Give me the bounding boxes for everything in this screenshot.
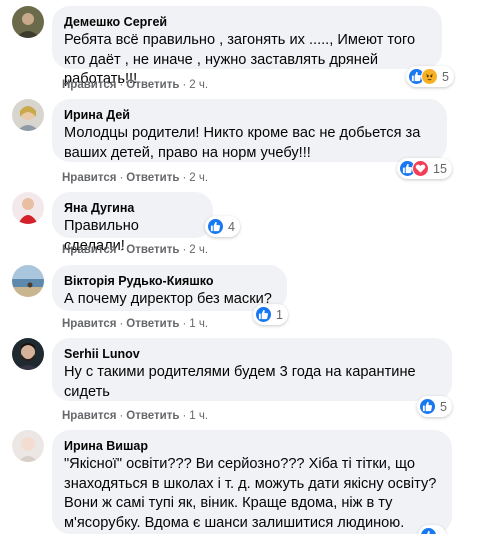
comment-author[interactable]: Ирина Дей (64, 107, 435, 123)
reaction-count: 4 (228, 219, 235, 234)
comment-time[interactable]: 2 ч. (189, 79, 208, 91)
comment-text: "Якісної" освіти??? Ви серйозно??? Хіба … (64, 456, 437, 531)
like-icon (255, 306, 272, 323)
reaction-count: 5 (440, 399, 447, 414)
comment-time[interactable]: 2 ч. (189, 244, 208, 256)
comment-bubble: Serhii Lunov Ну с такими родителями буде… (52, 338, 452, 401)
comment-bubble: Ирина Вишар "Якісної" освіти??? Ви серйо… (52, 430, 452, 534)
reply-link[interactable]: Ответить (126, 318, 179, 330)
reaction-summary[interactable] (418, 525, 446, 534)
reaction-count: 1 (276, 307, 283, 322)
reply-link[interactable]: Ответить (126, 172, 179, 184)
avatar[interactable] (12, 338, 44, 370)
love-icon (412, 160, 429, 177)
comment-actions: Нравится · Ответить · 2 ч. (62, 79, 209, 91)
comment-author[interactable]: Serhii Lunov (64, 346, 440, 362)
comment-actions: Нравится · Ответить · 1 ч. (62, 318, 209, 330)
comment-text: Ну с такими родителями будем 3 года на к… (64, 364, 416, 400)
reaction-summary[interactable]: 4 (205, 216, 240, 237)
like-link[interactable]: Нравится (62, 318, 116, 330)
avatar[interactable] (12, 99, 44, 131)
reply-link[interactable]: Ответить (126, 244, 179, 256)
comment-time[interactable]: 1 ч. (189, 410, 208, 422)
comment-bubble: Яна Дугина Правильно сделали! (52, 192, 213, 254)
comment-time[interactable]: 1 ч. (189, 318, 208, 330)
avatar[interactable] (12, 6, 44, 38)
comment-author[interactable]: Вікторія Рудько-Кияшко (64, 273, 275, 289)
like-icon (207, 218, 224, 235)
reply-link[interactable]: Ответить (126, 79, 179, 91)
like-link[interactable]: Нравится (62, 172, 116, 184)
avatar[interactable] (12, 430, 44, 462)
comment-actions: Нравится · Ответить · 2 ч. (62, 172, 209, 184)
comment-actions: Нравится · Ответить · 2 ч. (62, 244, 209, 256)
comment-text: Молодцы родители! Никто кроме вас не доб… (64, 125, 421, 161)
like-icon (420, 527, 437, 534)
comment-author[interactable]: Ирина Вишар (64, 438, 440, 454)
like-link[interactable]: Нравится (62, 79, 116, 91)
comment-bubble: Демешко Сергей Ребята всё правильно , за… (52, 6, 442, 87)
angry-icon (421, 68, 438, 85)
reaction-count: 15 (433, 161, 447, 176)
like-link[interactable]: Нравится (62, 244, 116, 256)
reaction-summary[interactable]: 15 (397, 158, 452, 179)
comment-bubble: Вікторія Рудько-Кияшко А почему директор… (52, 265, 287, 311)
comment-bubble: Ирина Дей Молодцы родители! Никто кроме … (52, 99, 447, 162)
reply-link[interactable]: Ответить (126, 410, 179, 422)
comment-text: А почему директор без маски? (64, 291, 272, 307)
like-link[interactable]: Нравится (62, 410, 116, 422)
avatar[interactable] (12, 265, 44, 297)
reaction-summary[interactable]: 5 (406, 66, 454, 87)
like-icon (419, 398, 436, 415)
reaction-summary[interactable]: 5 (417, 396, 452, 417)
comment-author[interactable]: Демешко Сергей (64, 14, 430, 30)
comment-actions: Нравится · Ответить · 1 ч. (62, 410, 209, 422)
reaction-count: 5 (442, 69, 449, 84)
avatar[interactable] (12, 192, 44, 224)
comment-time[interactable]: 2 ч. (189, 172, 208, 184)
reaction-summary[interactable]: 1 (253, 304, 288, 325)
comment-author[interactable]: Яна Дугина (64, 200, 201, 216)
